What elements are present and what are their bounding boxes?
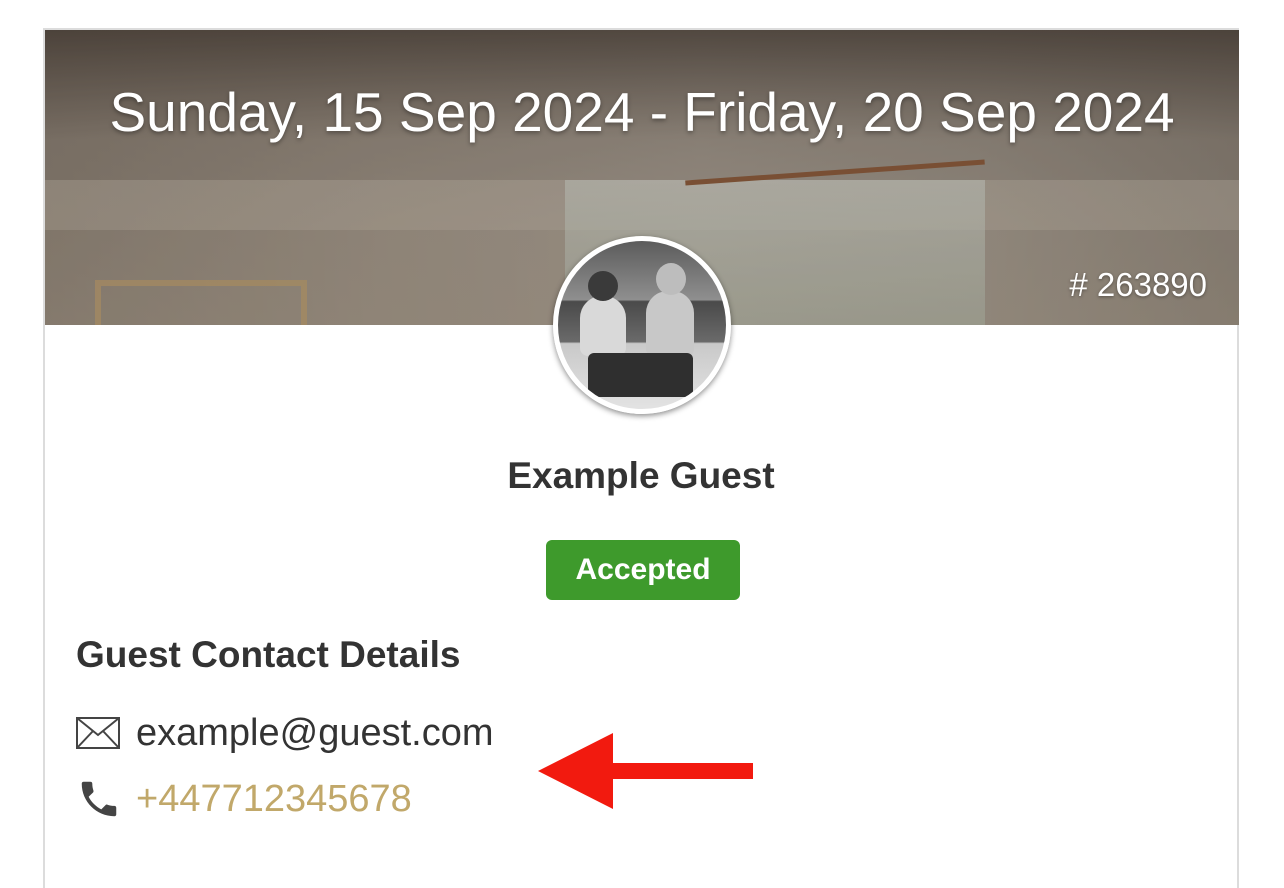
status-badge: Accepted: [546, 540, 740, 600]
email-row: example@guest.com: [76, 710, 494, 756]
booking-date-range: Sunday, 15 Sep 2024 - Friday, 20 Sep 202…: [109, 81, 1175, 143]
phone-icon: [76, 776, 122, 822]
guest-phone-link[interactable]: +447712345678: [136, 778, 412, 821]
red-arrow-annotation: [538, 733, 758, 818]
booking-number: # 263890: [1069, 266, 1207, 303]
contact-section-title: Guest Contact Details: [76, 634, 461, 675]
phone-row: +447712345678: [76, 776, 412, 822]
guest-avatar: [553, 236, 731, 414]
guest-email[interactable]: example@guest.com: [136, 712, 494, 755]
guest-name: Example Guest: [507, 455, 775, 496]
envelope-icon: [76, 710, 122, 756]
